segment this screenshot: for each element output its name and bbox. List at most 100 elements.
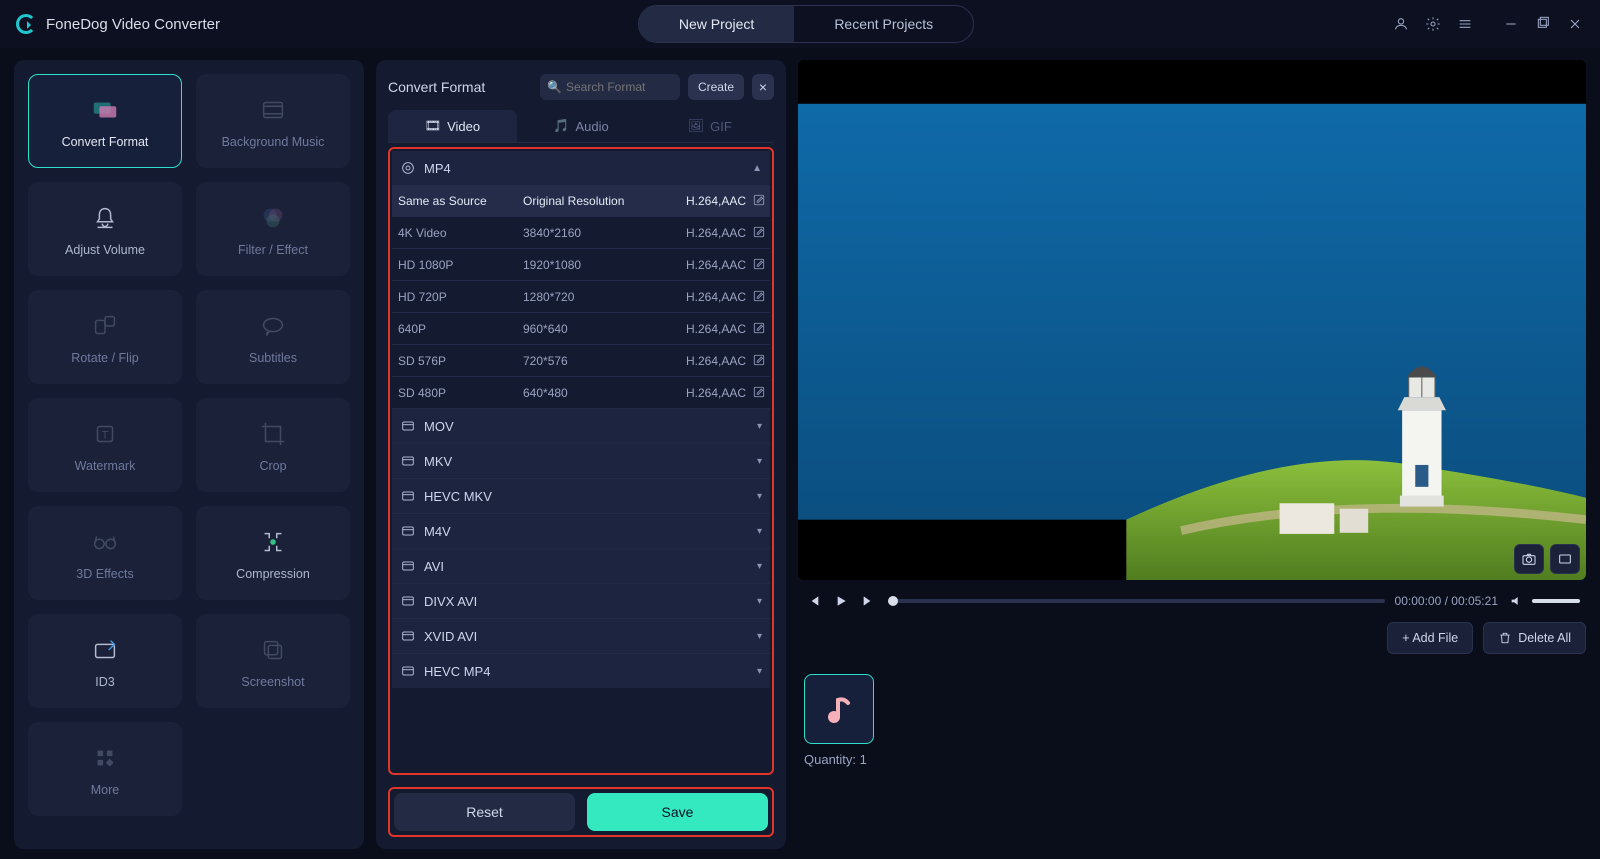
- film-icon: [400, 488, 416, 504]
- tool-rotate-flip[interactable]: Rotate / Flip: [28, 290, 182, 384]
- format-resolution: 720*576: [517, 345, 657, 377]
- chevron-down-icon: ▾: [757, 631, 762, 642]
- delete-all-button[interactable]: Delete All: [1483, 622, 1586, 654]
- close-panel-button[interactable]: ×: [752, 74, 774, 100]
- tool-3d-effects[interactable]: 3D Effects: [28, 506, 182, 600]
- create-button[interactable]: Create: [688, 74, 744, 100]
- player-controls: 00:00:00 / 00:05:21: [798, 592, 1586, 610]
- queue-item[interactable]: [804, 674, 874, 744]
- gear-icon[interactable]: [1424, 15, 1442, 33]
- edit-icon[interactable]: [752, 257, 766, 271]
- format-group-m4v[interactable]: M4V▾: [392, 513, 770, 548]
- format-name: 4K Video: [392, 217, 517, 249]
- chevron-down-icon: ▾: [757, 456, 762, 467]
- prev-button[interactable]: [804, 592, 822, 610]
- volume-icon[interactable]: [1508, 592, 1526, 610]
- window-close[interactable]: [1566, 15, 1584, 33]
- edit-icon[interactable]: [752, 321, 766, 335]
- time-total: 00:05:21: [1451, 594, 1498, 608]
- edit-icon[interactable]: [752, 225, 766, 239]
- format-row[interactable]: HD 1080P1920*1080H.264,AAC: [392, 249, 770, 281]
- format-row[interactable]: SD 576P720*576H.264,AAC: [392, 345, 770, 377]
- format-group-avi[interactable]: AVI▾: [392, 548, 770, 583]
- format-group-mkv[interactable]: MKV▾: [392, 443, 770, 478]
- play-button[interactable]: [832, 592, 850, 610]
- format-row[interactable]: SD 480P640*480H.264,AAC: [392, 377, 770, 409]
- glasses-icon: [88, 525, 122, 559]
- format-group-mp4[interactable]: MP4 ▲: [392, 151, 770, 185]
- menu-icon[interactable]: [1456, 15, 1474, 33]
- format-group-hevc-mkv[interactable]: HEVC MKV▾: [392, 478, 770, 513]
- tool-subtitles[interactable]: Subtitles: [196, 290, 350, 384]
- edit-icon[interactable]: [752, 193, 766, 207]
- progress-bar[interactable]: [888, 599, 1385, 603]
- search-icon: 🔍: [547, 80, 562, 94]
- tool-compression[interactable]: Compression: [196, 506, 350, 600]
- account-icon[interactable]: [1392, 15, 1410, 33]
- group-label: XVID AVI: [424, 629, 477, 644]
- group-label: MOV: [424, 419, 454, 434]
- group-label: HEVC MKV: [424, 489, 492, 504]
- format-group-xvid-avi[interactable]: XVID AVI ▾: [392, 618, 770, 653]
- snapshot-button[interactable]: [1514, 544, 1544, 574]
- tool-sidebar: Convert Format Background Music Adjust V…: [14, 60, 364, 849]
- save-button[interactable]: Save: [587, 793, 768, 831]
- film-icon: [400, 628, 416, 644]
- time-current: 00:00:00: [1395, 594, 1442, 608]
- screenshot-icon: [256, 633, 290, 667]
- tab-new-project[interactable]: New Project: [639, 6, 794, 42]
- tool-filter-effect[interactable]: Filter / Effect: [196, 182, 350, 276]
- edit-icon[interactable]: [752, 289, 766, 303]
- edit-icon[interactable]: [752, 385, 766, 399]
- tool-background-music[interactable]: Background Music: [196, 74, 350, 168]
- format-group-hevc-mp4[interactable]: HEVC MP4▾: [392, 653, 770, 688]
- tool-adjust-volume[interactable]: Adjust Volume: [28, 182, 182, 276]
- tool-convert-format[interactable]: Convert Format: [28, 74, 182, 168]
- tool-screenshot[interactable]: Screenshot: [196, 614, 350, 708]
- edit-icon[interactable]: [752, 353, 766, 367]
- tool-more[interactable]: More: [28, 722, 182, 816]
- next-button[interactable]: [860, 592, 878, 610]
- subtitles-icon: [256, 309, 290, 343]
- film-icon: [400, 523, 416, 539]
- chevron-down-icon: ▾: [757, 526, 762, 537]
- format-tab-gif[interactable]: 🖼 GIF: [645, 110, 774, 142]
- film-icon: [400, 663, 416, 679]
- format-resolution: 960*640: [517, 313, 657, 345]
- format-tab-audio[interactable]: 🎵 Audio: [517, 110, 646, 142]
- format-tab-video[interactable]: 🎞 Video: [388, 110, 517, 142]
- progress-knob[interactable]: [888, 596, 898, 606]
- format-row[interactable]: Same as SourceOriginal ResolutionH.264,A…: [392, 185, 770, 217]
- volume-slider[interactable]: [1532, 599, 1580, 603]
- video-preview[interactable]: [798, 60, 1586, 580]
- tool-crop[interactable]: Crop: [196, 398, 350, 492]
- tool-label: 3D Effects: [76, 567, 133, 581]
- tool-id3[interactable]: ID3: [28, 614, 182, 708]
- format-group-mov[interactable]: MOV ▾: [392, 409, 770, 443]
- file-queue: Quantity: 1: [798, 666, 1586, 849]
- film-icon: [400, 160, 416, 176]
- format-name: 640P: [392, 313, 517, 345]
- bell-icon: [88, 201, 122, 235]
- add-file-button[interactable]: + Add File: [1387, 622, 1473, 654]
- tool-label: Crop: [259, 459, 286, 473]
- tab-recent-projects[interactable]: Recent Projects: [794, 6, 973, 42]
- chevron-down-icon: ▾: [757, 421, 762, 432]
- convert-format-icon: [88, 93, 122, 127]
- window-minimize[interactable]: [1502, 15, 1520, 33]
- tool-watermark[interactable]: T Watermark: [28, 398, 182, 492]
- fullscreen-button[interactable]: [1550, 544, 1580, 574]
- format-group-divx-avi[interactable]: DIVX AVI▾: [392, 583, 770, 618]
- tool-label: ID3: [95, 675, 114, 689]
- film-icon: [400, 453, 416, 469]
- format-table-mp4: Same as SourceOriginal ResolutionH.264,A…: [392, 185, 770, 409]
- window-maximize[interactable]: [1534, 15, 1552, 33]
- format-codec: H.264,AAC: [657, 313, 770, 345]
- preview-pane: 00:00:00 / 00:05:21 + Add File Delete Al…: [798, 60, 1586, 849]
- svg-text:T: T: [102, 430, 109, 442]
- format-row[interactable]: 4K Video3840*2160H.264,AAC: [392, 217, 770, 249]
- chevron-down-icon: ▾: [757, 666, 762, 677]
- format-row[interactable]: 640P960*640H.264,AAC: [392, 313, 770, 345]
- reset-button[interactable]: Reset: [394, 793, 575, 831]
- format-row[interactable]: HD 720P1280*720H.264,AAC: [392, 281, 770, 313]
